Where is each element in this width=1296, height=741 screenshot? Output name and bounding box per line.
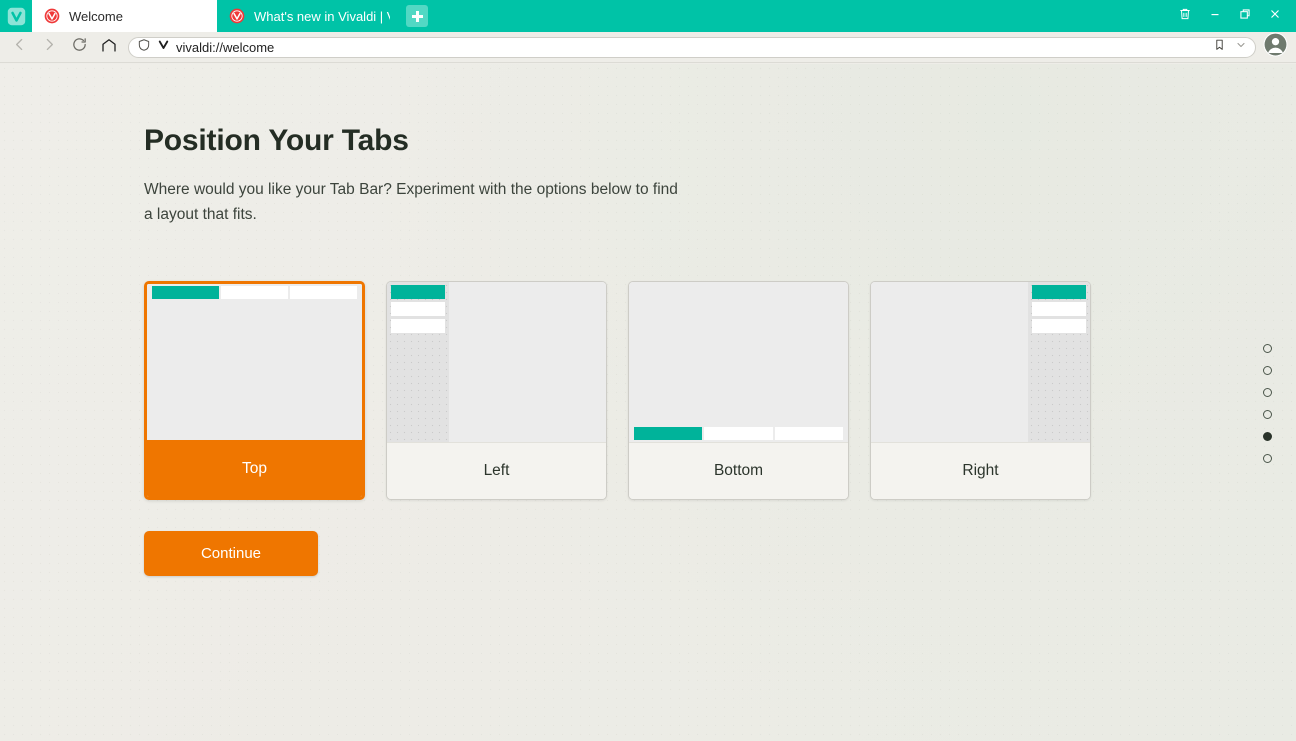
tab-whats-new[interactable]: What's new in Vivaldi | Viv: [217,0,402,32]
pagination-dot-5[interactable] [1263,432,1272,441]
window-controls [1170,0,1296,32]
preview-tab-strip [391,285,445,334]
option-label-right: Right [871,442,1090,500]
home-button[interactable] [94,33,124,61]
option-card-top[interactable]: Top [144,281,365,501]
page-description: Where would you like your Tab Bar? Exper… [144,181,678,224]
minimize-button[interactable] [1200,0,1230,32]
preview-tab [1032,319,1086,334]
tab-layout-preview-bottom [629,282,848,443]
welcome-page: Position Your Tabs Where would you like … [0,64,1296,741]
preview-tab [221,286,288,300]
preview-side-panel [1028,282,1090,443]
tab-layout-preview-right [871,282,1090,443]
bookmark-button[interactable] [1209,38,1229,57]
preview-tab [1032,302,1086,317]
preview-tab-active [1032,285,1086,300]
close-button[interactable] [1260,0,1290,32]
preview-tab [391,319,445,334]
pagination-dot-4[interactable] [1263,410,1272,419]
option-label-bottom: Bottom [629,442,848,500]
vivaldi-logo-icon [7,7,26,26]
preview-content-area [449,282,606,443]
vivaldi-menu-button[interactable] [0,0,32,32]
preview-tab-active [634,427,703,441]
shield-icon[interactable] [137,38,151,57]
chevron-down-icon [1235,38,1247,56]
url-text[interactable]: vivaldi://welcome [176,40,1203,55]
option-label-left: Left [387,442,606,500]
reload-icon [71,36,88,58]
tab-layout-preview-top [147,284,362,441]
option-card-right[interactable]: Right [870,281,1091,501]
preview-tab-strip [629,425,848,443]
option-card-left[interactable]: Left [386,281,607,501]
back-arrow-icon [11,36,28,58]
new-tab-button[interactable] [406,5,428,27]
tab-welcome[interactable]: Welcome [32,0,217,32]
browser-tab-bar: Welcome What's new in Vivaldi | Viv: [0,0,1296,32]
pagination-dot-3[interactable] [1263,388,1272,397]
preview-tab-active [152,286,219,300]
tab-title: Welcome [69,8,123,24]
preview-tab [391,302,445,317]
preview-tab-strip [1032,285,1086,334]
browser-toolbar: vivaldi://welcome [0,32,1296,63]
address-dropdown-button[interactable] [1231,38,1251,57]
back-button[interactable] [4,33,34,61]
preview-tab [290,286,357,300]
welcome-content: Position Your Tabs Where would you like … [144,124,1296,577]
restore-icon [1238,7,1252,26]
vivaldi-v-icon [157,38,170,56]
tab-strip: Welcome What's new in Vivaldi | Viv: [32,0,1170,32]
profile-avatar-icon [1263,32,1288,62]
tab-layout-preview-left [387,282,606,443]
profile-button[interactable] [1262,32,1288,62]
pagination-dot-6[interactable] [1263,454,1272,463]
home-icon [100,36,118,59]
close-icon [1268,7,1282,26]
pagination-dot-1[interactable] [1263,344,1272,353]
option-card-bottom[interactable]: Bottom [628,281,849,501]
forward-button[interactable] [34,33,64,61]
continue-button[interactable]: Continue [144,531,318,577]
vivaldi-favicon [44,8,60,24]
trash-icon [1178,7,1192,26]
trash-button[interactable] [1170,0,1200,32]
reload-button[interactable] [64,33,94,61]
preview-content-area [871,282,1028,443]
preview-tab-active [391,285,445,300]
tab-title: What's new in Vivaldi | Viv: [254,8,390,24]
plus-icon [411,10,423,22]
preview-tab [774,427,843,441]
tab-position-options: Top Left Bottom Right [144,281,1296,501]
preview-side-panel [387,282,449,443]
preview-tab-strip [147,284,362,302]
address-bar-actions [1209,38,1251,57]
onboarding-pagination [1263,344,1272,463]
restore-button[interactable] [1230,0,1260,32]
vivaldi-favicon [229,8,245,24]
pagination-dot-2[interactable] [1263,366,1272,375]
address-bar[interactable]: vivaldi://welcome [128,36,1256,58]
page-title: Position Your Tabs [144,124,409,157]
option-label-top: Top [147,440,362,498]
minimize-icon [1208,7,1222,26]
preview-tab [704,427,773,441]
bookmark-icon [1213,38,1226,56]
forward-arrow-icon [41,36,58,58]
